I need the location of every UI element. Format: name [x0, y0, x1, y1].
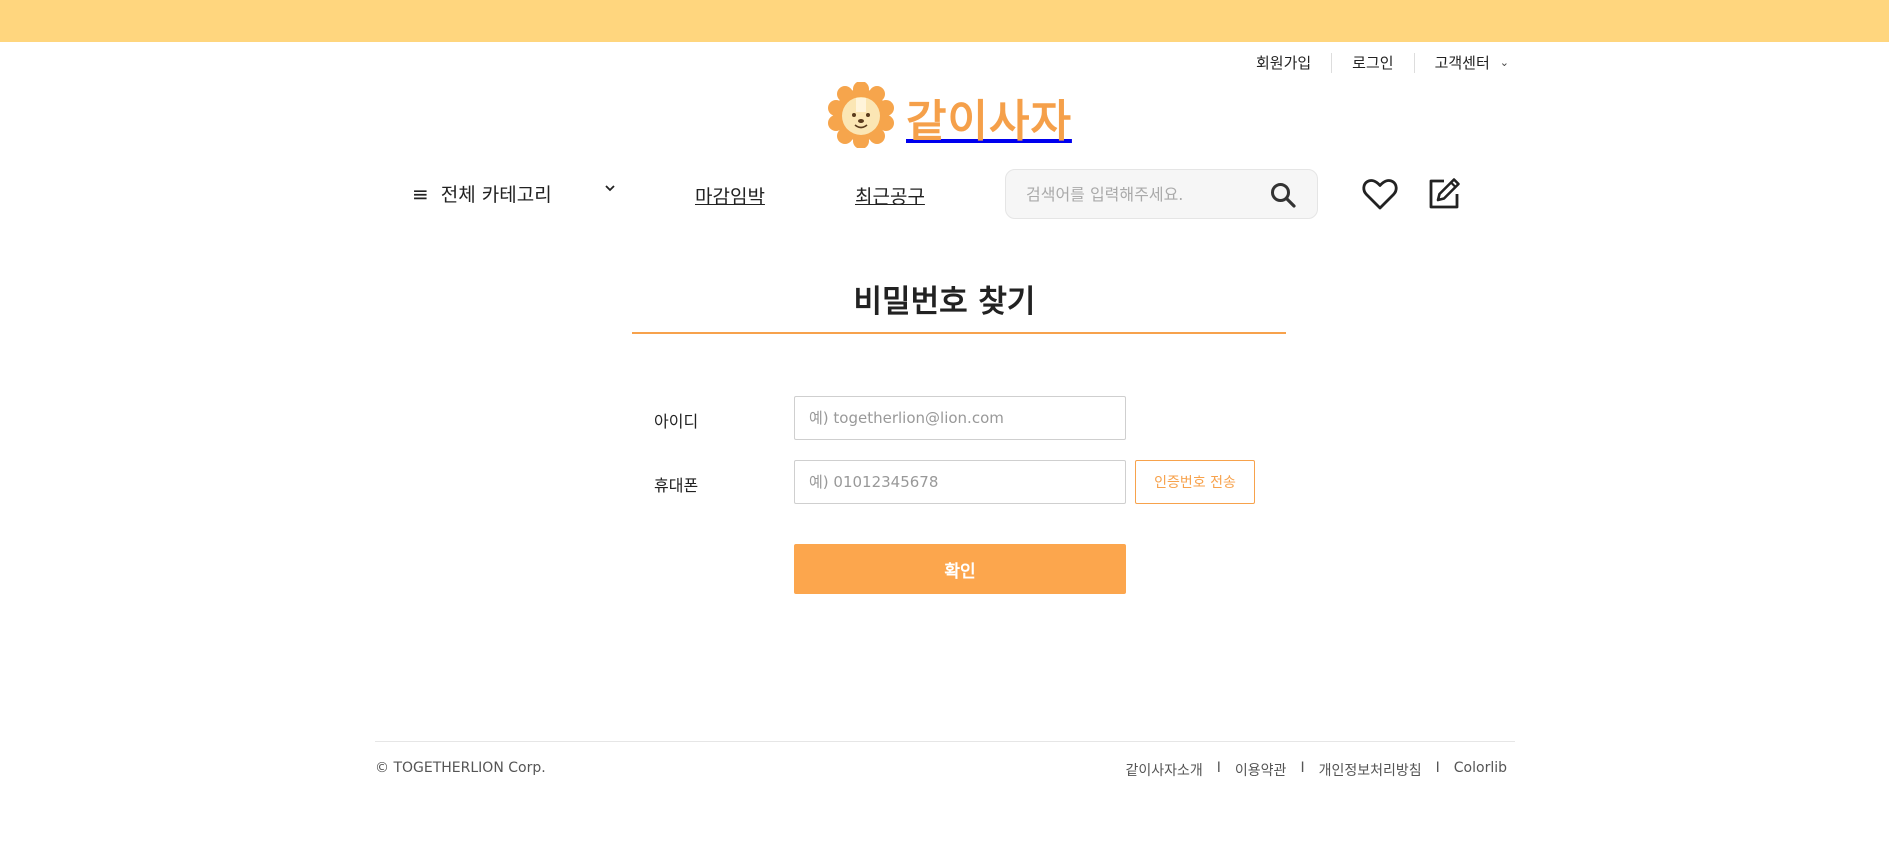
- category-menu-button[interactable]: ≡ 전체 카테고리: [412, 180, 615, 207]
- footer-separator: I: [1435, 760, 1440, 776]
- id-row: 아이디: [654, 396, 1254, 440]
- support-label: 고객센터: [1434, 54, 1490, 72]
- menu-icon: ≡: [412, 181, 429, 206]
- footer-separator: I: [1300, 760, 1305, 776]
- footer-separator: I: [1216, 760, 1221, 776]
- divider: [1331, 52, 1333, 73]
- support-dropdown[interactable]: 고객센터 ⌄: [1435, 52, 1509, 73]
- footer-divider: [375, 741, 1515, 742]
- footer-links: 같이사자소개 I 이용약관 I 개인정보처리방침 I Colorlib: [1126, 760, 1508, 780]
- send-code-button[interactable]: 인증번호 전송: [1135, 460, 1255, 504]
- divider: [1413, 52, 1415, 73]
- page-title: 비밀번호 찾기: [853, 284, 1036, 320]
- footer-link-privacy[interactable]: 개인정보처리방침: [1319, 760, 1422, 780]
- search-bar: [1005, 169, 1318, 219]
- title-underline: [632, 332, 1286, 334]
- footer-link-colorlib[interactable]: Colorlib: [1454, 760, 1507, 780]
- phone-field[interactable]: [794, 460, 1126, 504]
- nav-recent-group[interactable]: 최근공구: [855, 182, 925, 209]
- footer-link-about[interactable]: 같이사자소개: [1126, 760, 1203, 780]
- search-input[interactable]: [1026, 184, 1256, 204]
- phone-row: 휴대폰 인증번호 전송: [654, 460, 1255, 504]
- id-field[interactable]: [794, 396, 1126, 440]
- logo-text: 같이사자: [906, 96, 1072, 147]
- chevron-down-icon: [604, 182, 616, 198]
- utility-nav: 회원가입 로그인 고객센터 ⌄: [1256, 52, 1509, 73]
- logo-link[interactable]: 같이사자: [828, 81, 1072, 152]
- search-icon[interactable]: [1269, 181, 1297, 209]
- nav-closing-soon[interactable]: 마감임박: [695, 182, 765, 209]
- confirm-button[interactable]: 확인: [794, 544, 1126, 594]
- edit-icon[interactable]: [1424, 174, 1464, 214]
- phone-label: 휴대폰: [654, 476, 699, 495]
- copyright-text: © TOGETHERLION Corp.: [375, 760, 546, 776]
- signup-link[interactable]: 회원가입: [1256, 52, 1311, 73]
- login-link[interactable]: 로그인: [1352, 52, 1393, 73]
- login-label: 로그인: [1352, 54, 1394, 72]
- id-label: 아이디: [654, 412, 699, 431]
- lion-icon: [828, 81, 894, 152]
- category-label: 전체 카테고리: [440, 184, 552, 206]
- footer-link-terms[interactable]: 이용약관: [1235, 760, 1287, 780]
- heart-icon[interactable]: [1360, 174, 1400, 214]
- chevron-down-icon: ⌄: [1499, 56, 1509, 69]
- main-nav: ≡ 전체 카테고리 마감임박 최근공구: [412, 168, 1468, 220]
- signup-label: 회원가입: [1255, 54, 1312, 72]
- top-banner: [0, 0, 1889, 42]
